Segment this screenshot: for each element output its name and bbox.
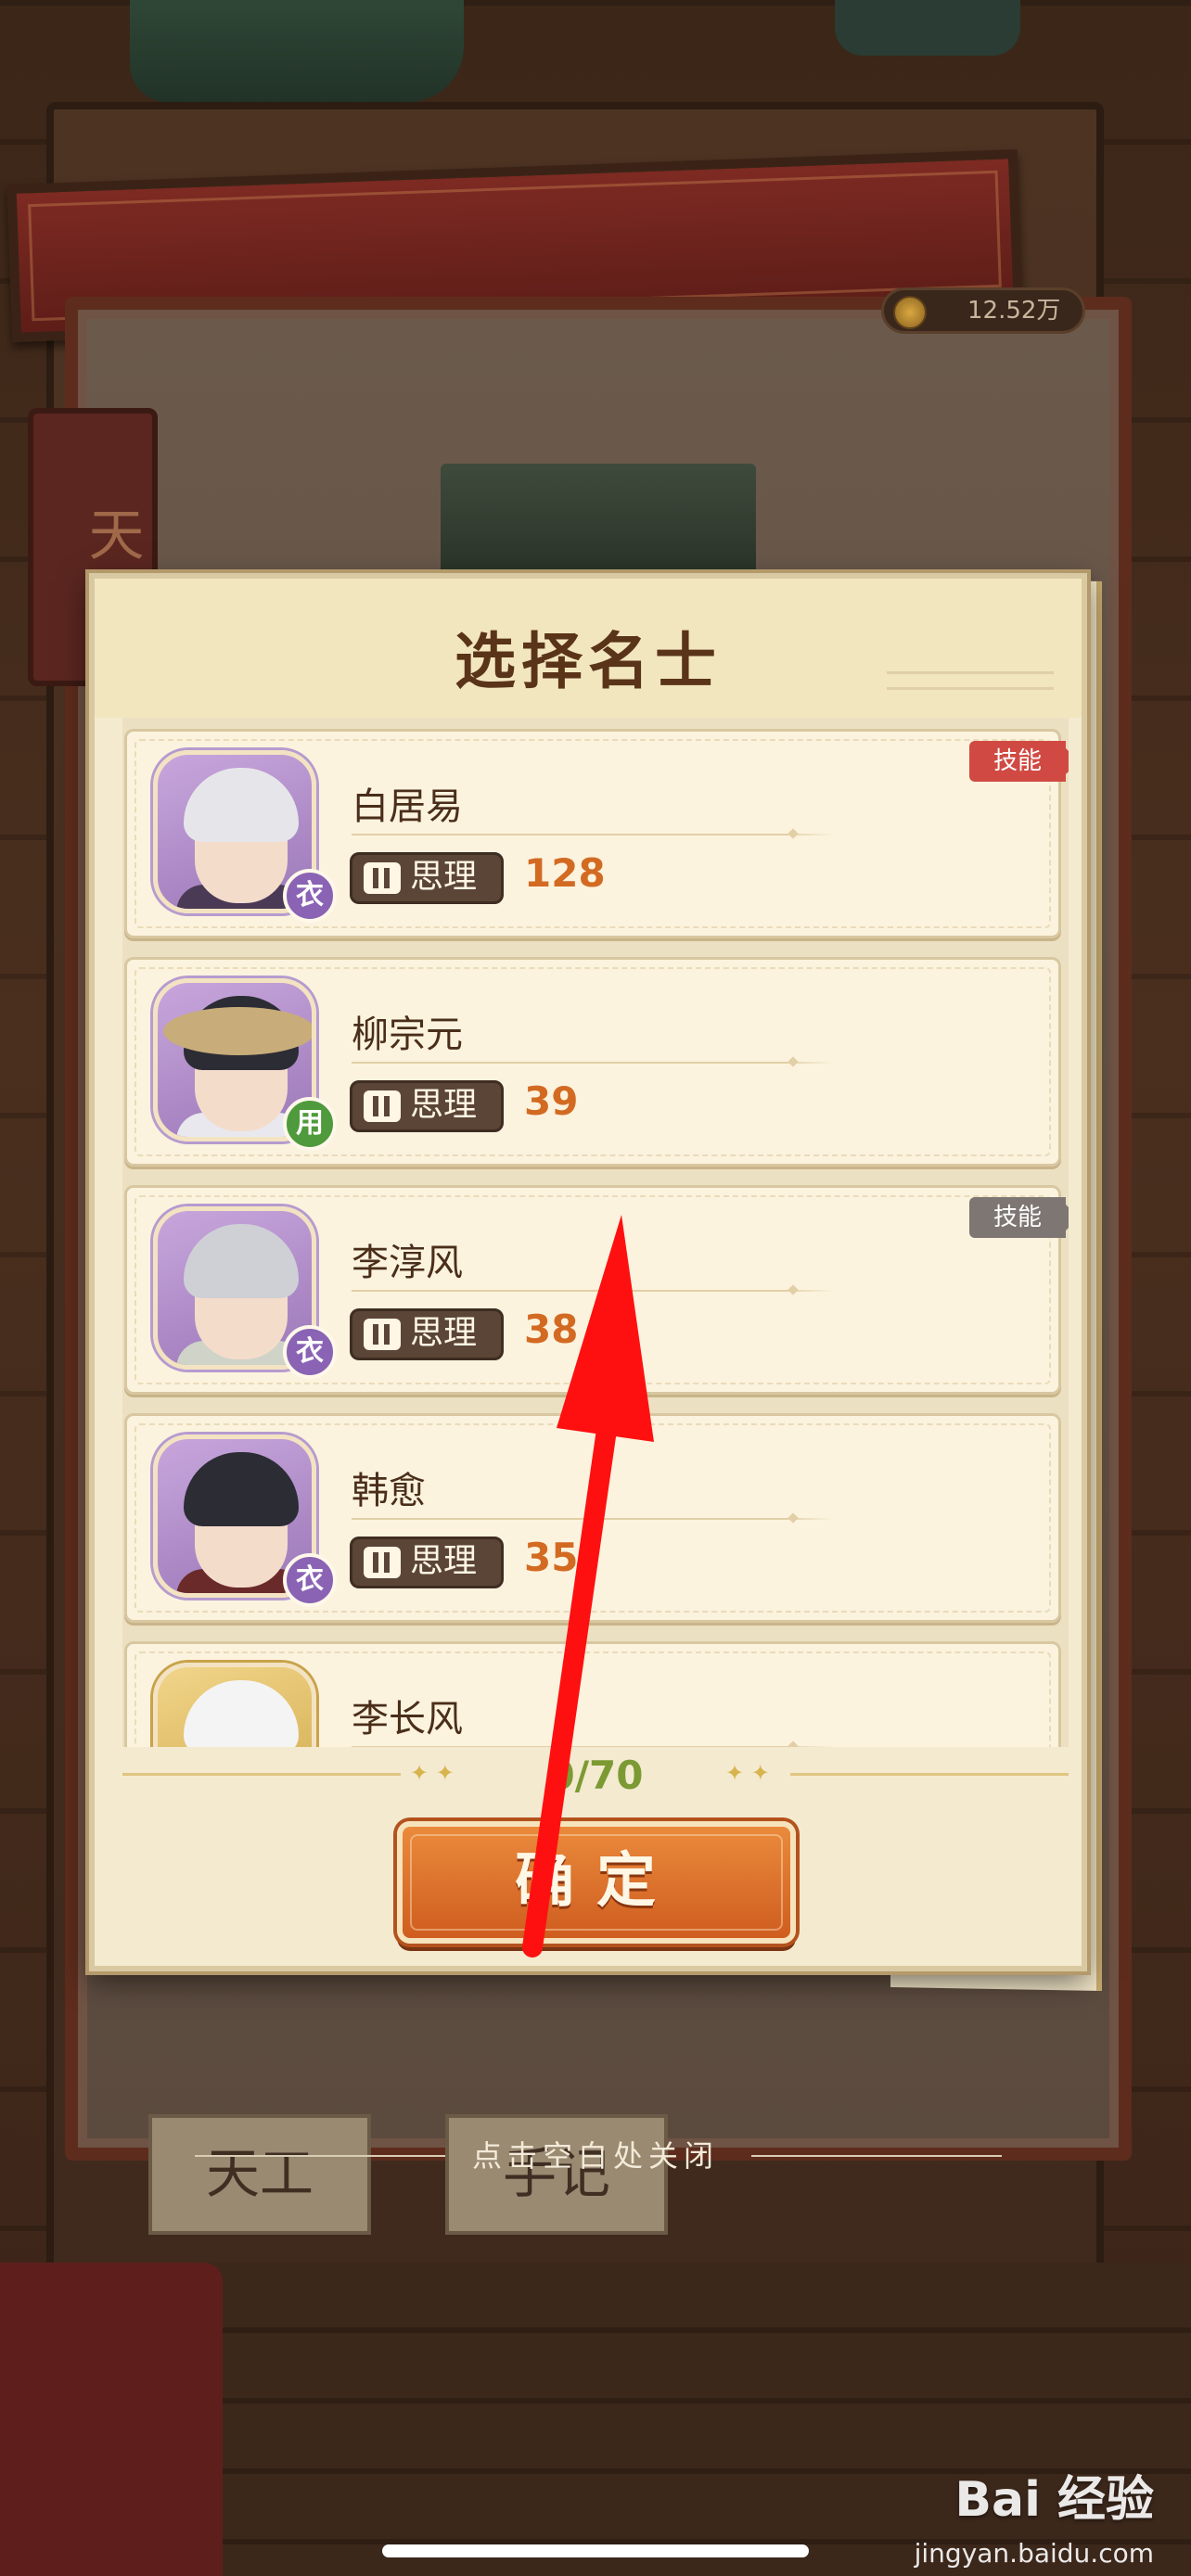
stat-tag: 思理 bbox=[350, 852, 504, 904]
skill-tag: 技能 bbox=[969, 741, 1069, 782]
scholar-name: 李长风 bbox=[352, 1698, 463, 1741]
stat-value: 38 bbox=[524, 1307, 579, 1352]
role-badge: 衣 bbox=[283, 1325, 337, 1379]
ticket-icon bbox=[364, 1319, 401, 1350]
stat-tag: 思理 bbox=[350, 1080, 504, 1132]
close-hint[interactable]: 点击空白处关闭 bbox=[0, 2133, 1191, 2175]
scholar-name: 韩愈 bbox=[352, 1470, 426, 1512]
confirm-button[interactable]: 确定 bbox=[397, 1821, 796, 1944]
stat-tag: 思理 bbox=[350, 1537, 504, 1588]
scholar-name: 白居易 bbox=[352, 785, 463, 828]
stat-label: 思理 bbox=[410, 1314, 478, 1352]
stat-label: 思理 bbox=[410, 1086, 478, 1124]
scholar-avatar bbox=[153, 1663, 316, 1747]
select-scholar-modal: 选择名士 衣 白居易 思理 128 技能 用 柳宗元 思理 39 衣 李淳风 思… bbox=[89, 573, 1087, 1971]
scholar-card[interactable]: 衣 白居易 思理 128 技能 bbox=[124, 729, 1069, 938]
scholar-list[interactable]: 衣 白居易 思理 128 技能 用 柳宗元 思理 39 衣 李淳风 思理 38 … bbox=[122, 718, 1069, 1747]
divider bbox=[352, 834, 834, 835]
hint-line-right bbox=[751, 2155, 1002, 2157]
skill-tag: 技能 bbox=[969, 1197, 1069, 1238]
divider bbox=[352, 1290, 834, 1292]
scholar-card[interactable]: 李长风 bbox=[124, 1641, 1061, 1747]
stat-value: 35 bbox=[524, 1535, 579, 1580]
home-indicator[interactable] bbox=[382, 2544, 809, 2557]
red-envelope[interactable] bbox=[0, 2263, 223, 2576]
role-badge: 用 bbox=[283, 1097, 337, 1151]
ticket-icon bbox=[364, 1090, 401, 1122]
stat-label: 思理 bbox=[410, 1542, 478, 1580]
ticket-icon bbox=[364, 1547, 401, 1578]
coin-counter: 12.52万 bbox=[881, 287, 1085, 334]
stat-value: 128 bbox=[524, 850, 606, 896]
coin-amount: 12.52万 bbox=[967, 297, 1061, 325]
selected-count: 0/70 bbox=[547, 1753, 644, 1798]
role-badge: 衣 bbox=[283, 1553, 337, 1607]
baidu-watermark: Bai 经验 bbox=[954, 2472, 1154, 2528]
ticket-icon bbox=[364, 862, 401, 894]
header-ornament bbox=[887, 671, 1054, 690]
scholar-card[interactable]: 衣 韩愈 思理 35 bbox=[124, 1413, 1061, 1623]
selection-footer: ✦ ✦ ✦ ✦ 0/70 bbox=[122, 1747, 1069, 1803]
background-plant bbox=[130, 0, 464, 102]
coin-icon bbox=[893, 296, 927, 329]
divider bbox=[352, 1062, 834, 1064]
background-plant-right bbox=[835, 0, 1020, 56]
divider bbox=[352, 1518, 834, 1520]
stat-label: 思理 bbox=[410, 858, 478, 896]
watermark-url: jingyan.baidu.com bbox=[914, 2538, 1154, 2569]
scholar-card[interactable]: 衣 李淳风 思理 38 技能 bbox=[124, 1185, 1069, 1395]
background-book bbox=[441, 464, 756, 575]
stat-value: 39 bbox=[524, 1078, 579, 1124]
scholar-name: 李淳风 bbox=[352, 1242, 463, 1284]
modal-header: 选择名士 bbox=[95, 579, 1082, 718]
scholar-card[interactable]: 用 柳宗元 思理 39 bbox=[124, 957, 1061, 1167]
stat-tag: 思理 bbox=[350, 1308, 504, 1360]
scholar-name: 柳宗元 bbox=[352, 1014, 463, 1056]
role-badge: 衣 bbox=[283, 869, 337, 923]
